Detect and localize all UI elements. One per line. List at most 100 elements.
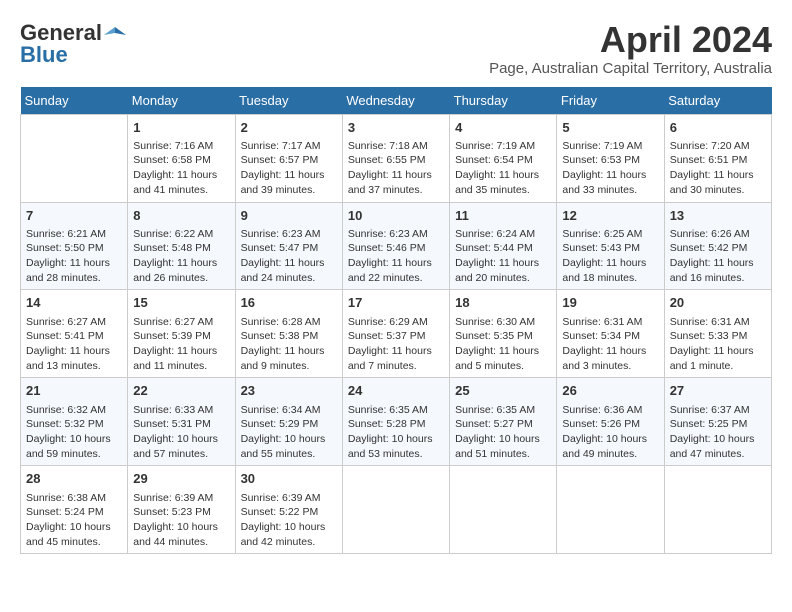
- day-info: Sunrise: 6:24 AMSunset: 5:44 PMDaylight:…: [455, 227, 551, 286]
- col-saturday: Saturday: [664, 87, 771, 115]
- day-info: Sunrise: 6:39 AMSunset: 5:22 PMDaylight:…: [241, 491, 337, 550]
- day-info: Sunrise: 6:28 AMSunset: 5:38 PMDaylight:…: [241, 315, 337, 374]
- calendar-cell: 19Sunrise: 6:31 AMSunset: 5:34 PMDayligh…: [557, 290, 664, 378]
- calendar-cell: 6 Sunrise: 7:20 AMSunset: 6:51 PMDaylight…: [664, 114, 771, 202]
- logo: General Blue: [20, 20, 128, 68]
- day-number: 29: [133, 470, 229, 488]
- calendar-cell: 2Sunrise: 7:17 AMSunset: 6:57 PMDaylight…: [235, 114, 342, 202]
- day-info: Sunrise: 6:25 AMSunset: 5:43 PMDaylight:…: [562, 227, 658, 286]
- calendar-week-row: 1 Sunrise: 7:16 AMSunset: 6:58 PMDaylight…: [21, 114, 772, 202]
- calendar-week-row: 21 Sunrise: 6:32 AMSunset: 5:32 PMDayligh…: [21, 378, 772, 466]
- calendar-cell: [557, 466, 664, 554]
- calendar-header-row: Sunday Monday Tuesday Wednesday Thursday…: [21, 87, 772, 115]
- day-number: 28: [26, 470, 122, 488]
- day-info: Sunrise: 6:39 AMSunset: 5:23 PMDaylight:…: [133, 491, 229, 550]
- day-number: 19: [562, 294, 658, 312]
- day-info: Sunrise: 6:30 AMSunset: 5:35 PMDaylight:…: [455, 315, 551, 374]
- day-number: 20: [670, 294, 766, 312]
- day-number: 8: [133, 207, 229, 225]
- day-number: 21: [26, 382, 122, 400]
- calendar-cell: 7 Sunrise: 6:21 AMSunset: 5:50 PMDaylight…: [21, 202, 128, 290]
- calendar-cell: 27Sunrise: 6:37 AMSunset: 5:25 PMDayligh…: [664, 378, 771, 466]
- calendar-cell: 3 Sunrise: 7:18 AMSunset: 6:55 PMDaylight…: [342, 114, 449, 202]
- col-wednesday: Wednesday: [342, 87, 449, 115]
- day-number: 24: [348, 382, 444, 400]
- calendar-cell: 12 Sunrise: 6:25 AMSunset: 5:43 PMDayligh…: [557, 202, 664, 290]
- day-info: Sunrise: 6:34 AMSunset: 5:29 PMDaylight:…: [241, 403, 337, 462]
- calendar-cell: 26Sunrise: 6:36 AMSunset: 5:26 PMDayligh…: [557, 378, 664, 466]
- day-info: Sunrise: 6:29 AMSunset: 5:37 PMDaylight:…: [348, 315, 444, 374]
- day-info: Sunrise: 6:23 AMSunset: 5:46 PMDaylight:…: [348, 227, 444, 286]
- day-number: 3: [348, 119, 444, 137]
- day-info: Sunrise: 6:38 AMSunset: 5:24 PMDaylight:…: [26, 491, 122, 550]
- day-info: Sunrise: 7:18 AMSunset: 6:55 PMDaylight:…: [348, 139, 444, 198]
- calendar-week-row: 28 Sunrise: 6:38 AMSunset: 5:24 PMDayligh…: [21, 466, 772, 554]
- day-number: 6: [670, 119, 766, 137]
- day-info: Sunrise: 7:19 AMSunset: 6:53 PMDaylight:…: [562, 139, 658, 198]
- title-section: April 2024 Page, Australian Capital Terr…: [489, 20, 772, 77]
- logo-bird-icon: [104, 25, 126, 41]
- day-info: Sunrise: 6:22 AMSunset: 5:48 PMDaylight:…: [133, 227, 229, 286]
- day-number: 10: [348, 207, 444, 225]
- calendar-cell: 21 Sunrise: 6:32 AMSunset: 5:32 PMDayligh…: [21, 378, 128, 466]
- day-number: 7: [26, 207, 122, 225]
- calendar-cell: [21, 114, 128, 202]
- calendar-cell: 16 Sunrise: 6:28 AMSunset: 5:38 PMDayligh…: [235, 290, 342, 378]
- logo-blue: Blue: [20, 42, 68, 68]
- page-header: General Blue April 2024 Page, Australian…: [20, 20, 772, 77]
- day-number: 23: [241, 382, 337, 400]
- day-number: 5: [562, 119, 658, 137]
- calendar-cell: 4 Sunrise: 7:19 AMSunset: 6:54 PMDaylight…: [450, 114, 557, 202]
- calendar-cell: 1 Sunrise: 7:16 AMSunset: 6:58 PMDaylight…: [128, 114, 235, 202]
- calendar-cell: 17 Sunrise: 6:29 AMSunset: 5:37 PMDayligh…: [342, 290, 449, 378]
- day-number: 4: [455, 119, 551, 137]
- calendar-cell: 14Sunrise: 6:27 AMSunset: 5:41 PMDayligh…: [21, 290, 128, 378]
- day-number: 11: [455, 207, 551, 225]
- col-monday: Monday: [128, 87, 235, 115]
- calendar-cell: [342, 466, 449, 554]
- day-info: Sunrise: 7:19 AMSunset: 6:54 PMDaylight:…: [455, 139, 551, 198]
- calendar-cell: 30Sunrise: 6:39 AMSunset: 5:22 PMDayligh…: [235, 466, 342, 554]
- day-info: Sunrise: 7:20 AMSunset: 6:51 PMDaylight:…: [670, 139, 766, 198]
- day-info: Sunrise: 6:32 AMSunset: 5:32 PMDaylight:…: [26, 403, 122, 462]
- day-info: Sunrise: 6:36 AMSunset: 5:26 PMDaylight:…: [562, 403, 658, 462]
- month-title: April 2024: [489, 20, 772, 60]
- day-number: 18: [455, 294, 551, 312]
- day-number: 9: [241, 207, 337, 225]
- day-info: Sunrise: 6:33 AMSunset: 5:31 PMDaylight:…: [133, 403, 229, 462]
- calendar-cell: 22 Sunrise: 6:33 AMSunset: 5:31 PMDayligh…: [128, 378, 235, 466]
- calendar-week-row: 14Sunrise: 6:27 AMSunset: 5:41 PMDayligh…: [21, 290, 772, 378]
- calendar-cell: 15Sunrise: 6:27 AMSunset: 5:39 PMDayligh…: [128, 290, 235, 378]
- day-number: 12: [562, 207, 658, 225]
- calendar-cell: 9 Sunrise: 6:23 AMSunset: 5:47 PMDaylight…: [235, 202, 342, 290]
- location: Page, Australian Capital Territory, Aust…: [489, 60, 772, 77]
- calendar-week-row: 7 Sunrise: 6:21 AMSunset: 5:50 PMDaylight…: [21, 202, 772, 290]
- calendar-cell: 25Sunrise: 6:35 AMSunset: 5:27 PMDayligh…: [450, 378, 557, 466]
- day-info: Sunrise: 6:26 AMSunset: 5:42 PMDaylight:…: [670, 227, 766, 286]
- day-number: 15: [133, 294, 229, 312]
- col-tuesday: Tuesday: [235, 87, 342, 115]
- day-number: 22: [133, 382, 229, 400]
- day-info: Sunrise: 6:23 AMSunset: 5:47 PMDaylight:…: [241, 227, 337, 286]
- col-sunday: Sunday: [21, 87, 128, 115]
- day-info: Sunrise: 6:21 AMSunset: 5:50 PMDaylight:…: [26, 227, 122, 286]
- calendar-cell: 18 Sunrise: 6:30 AMSunset: 5:35 PMDayligh…: [450, 290, 557, 378]
- day-number: 27: [670, 382, 766, 400]
- calendar-cell: [450, 466, 557, 554]
- day-number: 14: [26, 294, 122, 312]
- day-number: 13: [670, 207, 766, 225]
- col-friday: Friday: [557, 87, 664, 115]
- day-number: 1: [133, 119, 229, 137]
- day-number: 17: [348, 294, 444, 312]
- col-thursday: Thursday: [450, 87, 557, 115]
- calendar-cell: 8 Sunrise: 6:22 AMSunset: 5:48 PMDaylight…: [128, 202, 235, 290]
- day-number: 16: [241, 294, 337, 312]
- calendar-cell: 20 Sunrise: 6:31 AMSunset: 5:33 PMDayligh…: [664, 290, 771, 378]
- day-info: Sunrise: 7:16 AMSunset: 6:58 PMDaylight:…: [133, 139, 229, 198]
- day-info: Sunrise: 6:31 AMSunset: 5:33 PMDaylight:…: [670, 315, 766, 374]
- day-info: Sunrise: 6:35 AMSunset: 5:27 PMDaylight:…: [455, 403, 551, 462]
- calendar-cell: 29 Sunrise: 6:39 AMSunset: 5:23 PMDayligh…: [128, 466, 235, 554]
- calendar-cell: 28 Sunrise: 6:38 AMSunset: 5:24 PMDayligh…: [21, 466, 128, 554]
- day-info: Sunrise: 6:35 AMSunset: 5:28 PMDaylight:…: [348, 403, 444, 462]
- calendar-table: Sunday Monday Tuesday Wednesday Thursday…: [20, 87, 772, 555]
